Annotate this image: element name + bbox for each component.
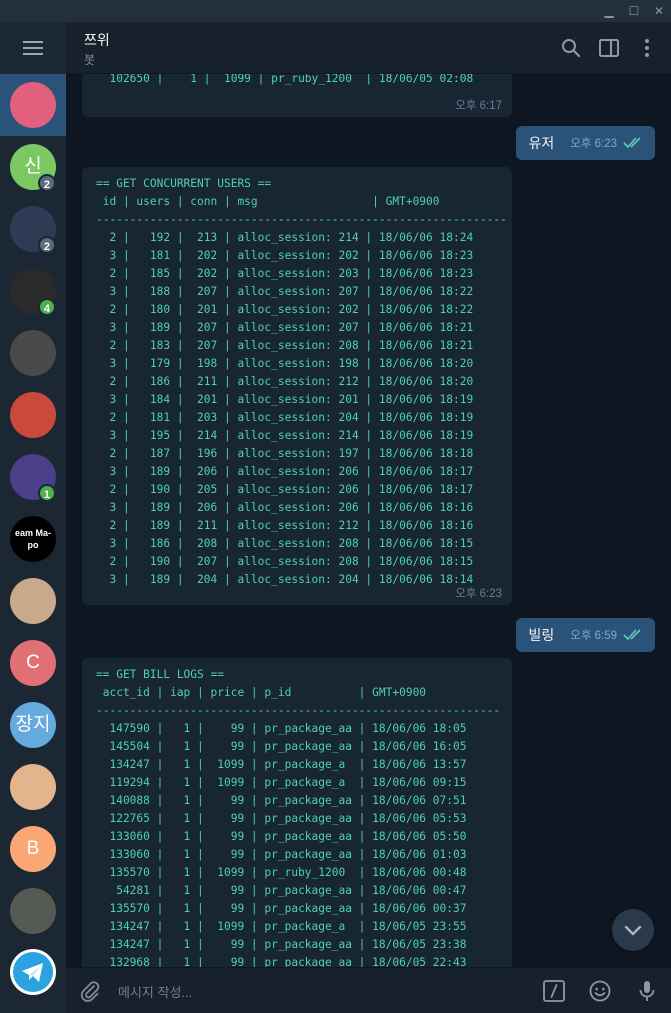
outgoing-message[interactable]: 유저 오후 6:23 [516,126,655,160]
microphone-icon[interactable] [635,979,659,1003]
avatar: C [10,640,56,686]
chat-list-item[interactable]: 1 [0,446,66,508]
chat-header: 쯔위 봇 [66,22,671,74]
chat-title[interactable]: 쯔위 [84,30,110,50]
unread-badge: 2 [37,236,56,254]
more-options-icon[interactable] [635,36,659,60]
message-time: 오후 6:59 [570,630,617,642]
unread-badge: 1 [37,484,56,502]
message-composer: 메시지 작성... [66,967,671,1013]
chat-list-item[interactable] [0,74,66,136]
chat-list-item[interactable]: 장지 [0,694,66,756]
avatar [10,764,56,810]
double-check-icon [623,629,641,641]
chat-list-sidebar: 신 2 2 4 1 eam Ma-po C 장지 B [0,22,66,1013]
avatar [10,888,56,934]
message-text: 유저 [528,135,555,151]
chat-list-item[interactable]: C [0,632,66,694]
message-input[interactable]: 메시지 작성... [118,982,192,1001]
chat-list-item[interactable] [0,322,66,384]
close-window-button[interactable]: ✕ [648,0,670,22]
chat-list-item[interactable]: eam Ma-po [0,508,66,570]
incoming-message[interactable]: 102650 | 1 | 1099 | pr_ruby_1200 | 18/06… [82,74,512,117]
double-check-icon [623,137,641,149]
message-text: 102650 | 1 | 1099 | pr_ruby_1200 | 18/06… [96,74,474,85]
unread-badge: 2 [37,174,56,192]
avatar: 장지 [10,702,56,748]
attach-icon[interactable] [78,979,102,1003]
search-icon[interactable] [559,36,583,60]
chat-list-item[interactable]: 신2 [0,136,66,198]
chevron-down-icon [624,925,642,936]
incoming-message[interactable]: == GET CONCURRENT USERS == id | users | … [82,167,512,605]
chat-list-item[interactable]: 4 [0,260,66,322]
paper-plane-icon [22,963,43,982]
chat-list-item[interactable] [0,570,66,632]
message-history[interactable]: 102650 | 1 | 1099 | pr_ruby_1200 | 18/06… [66,74,671,967]
message-time: 오후 6:17 [455,100,502,112]
window-titlebar: ▁ ☐ ✕ [0,0,671,22]
message-time: 오후 6:23 [570,138,617,150]
chat-list-item[interactable] [0,384,66,446]
minimize-button[interactable]: ▁ [598,0,620,22]
maximize-button[interactable]: ☐ [623,0,645,22]
scroll-to-bottom-button[interactable] [612,909,654,951]
message-text: == GET BILL LOGS == acct_id | iap | pric… [96,668,501,967]
chat-status: 봇 [84,53,96,67]
telegram-logo [0,942,66,1004]
message-text: == GET CONCURRENT USERS == id | users | … [96,177,507,586]
chat-list-item[interactable]: B [0,818,66,880]
sidebar-toggle-icon[interactable] [597,36,621,60]
message-text: 빌링 [528,627,555,643]
incoming-message[interactable]: == GET BILL LOGS == acct_id | iap | pric… [82,658,512,967]
chat-list-item[interactable]: 2 [0,198,66,260]
avatar [10,578,56,624]
avatar [10,330,56,376]
bot-commands-icon[interactable] [542,979,566,1003]
avatar: B [10,826,56,872]
chat-list-item[interactable] [0,880,66,942]
unread-badge: 4 [37,298,56,316]
avatar [10,82,56,128]
hamburger-menu-icon[interactable] [0,22,66,74]
message-time: 오후 6:23 [455,588,502,600]
avatar: eam Ma-po [10,516,56,562]
chat-list-item[interactable] [0,756,66,818]
avatar [10,392,56,438]
emoji-icon[interactable] [588,979,612,1003]
outgoing-message[interactable]: 빌링 오후 6:59 [516,618,655,652]
